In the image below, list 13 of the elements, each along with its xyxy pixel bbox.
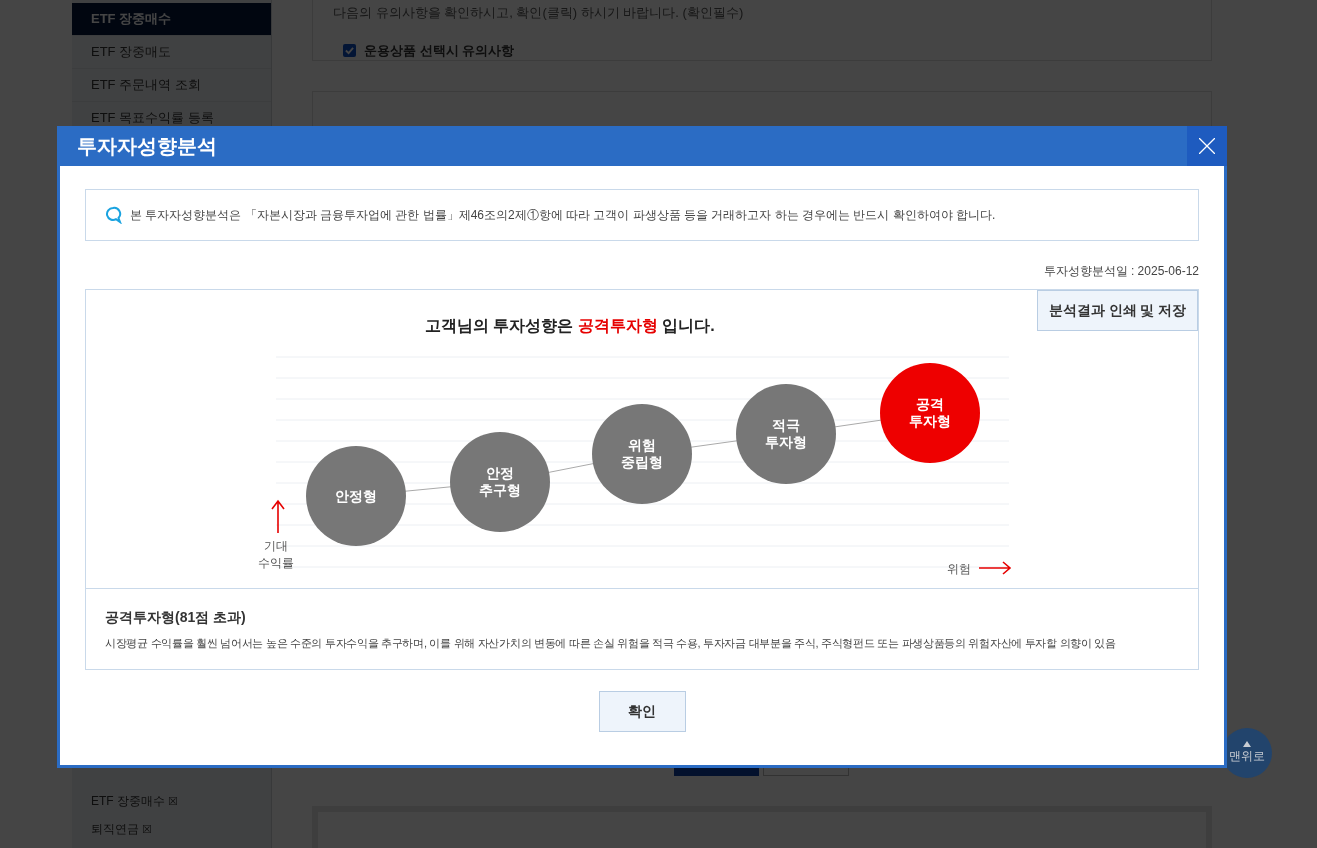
sidebar-item[interactable]: ETF 장중매수 [72,3,271,36]
y-axis-label: 기대 수익률 [258,538,294,572]
dialog-title: 투자자성향분석 [77,134,217,159]
print-save-button[interactable]: 분석결과 인쇄 및 저장 [1037,290,1198,331]
result-title: 공격투자형(81점 초과) [105,608,247,627]
info-text: 본 투자자성향분석은 「자본시장과 금융투자업에 관한 법률」제46조의2제①항에 따라 고객이 파생상품 등을 거래하고자 하는 경우에는 반드시 확인하여야 합니다. [130,207,996,224]
x-axis-label: 위험 [947,561,971,578]
result-headline: 고객님의 투자성향은 공격투자형 입니다. [425,316,715,336]
analysis-date: 투자성향분석일 : 2025-06-12 [1043,263,1199,280]
result-description: 시장평균 수익률을 훨씬 넘어서는 높은 수준의 투자수익을 추구하며, 이를 위해 자산가치의 변동에 따른 손실 위험을 적극 수용, 투자자금 대부분을 주식, 주식형펀드 또는 파생상품등의 위험자산에 투자할 의향이 있음 [105,636,1116,651]
remove-icon[interactable]: ☒ [142,820,152,838]
remove-icon[interactable]: ☒ [168,792,178,810]
confirm-button[interactable]: 확인 [598,691,686,732]
